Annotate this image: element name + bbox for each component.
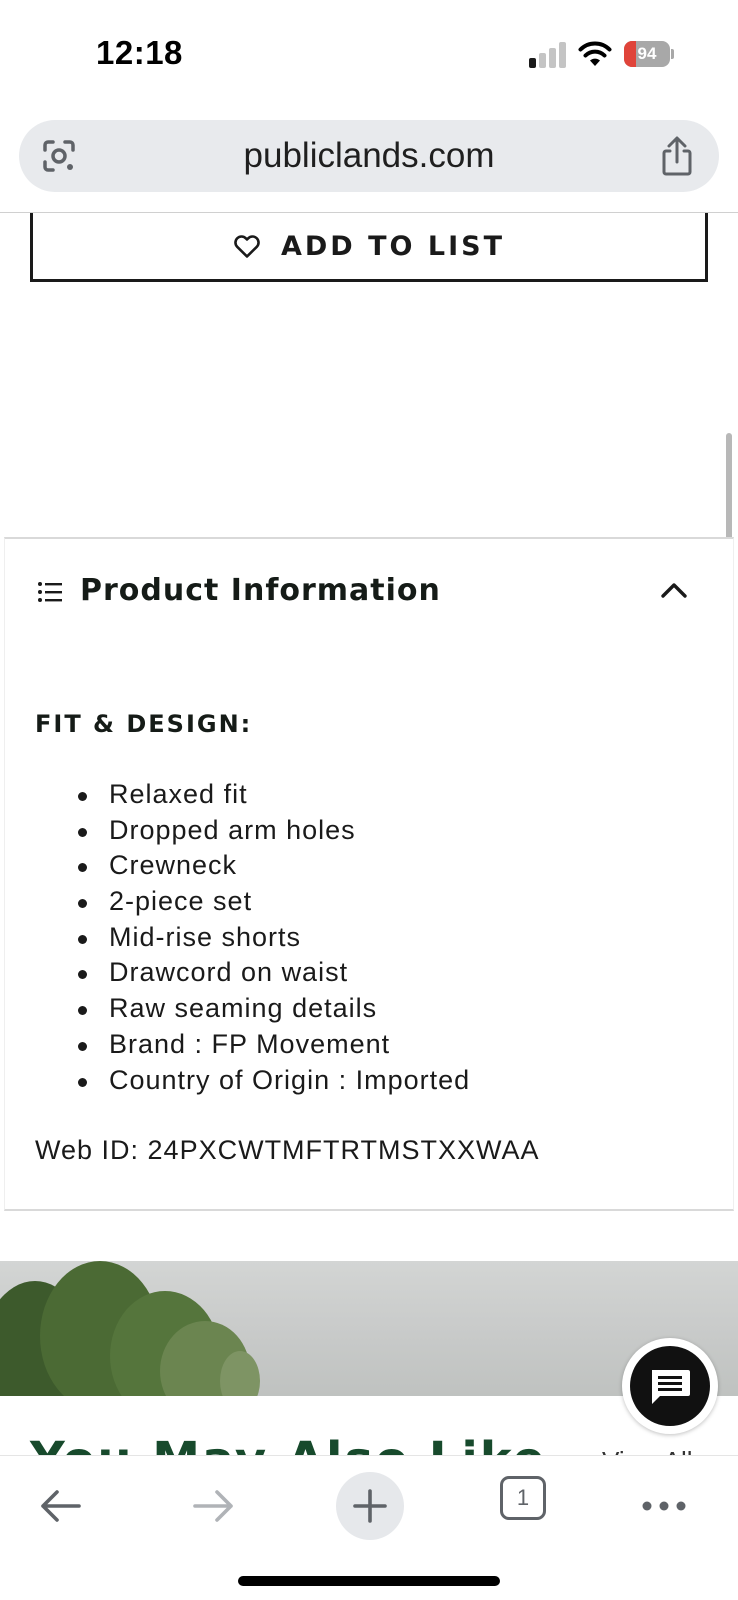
more-menu-button[interactable] — [634, 1476, 694, 1536]
status-bar: 12:18 94 — [0, 0, 738, 110]
recommendations-title: You May Also Like — [30, 1432, 547, 1456]
list-item: Brand : FP Movement — [77, 1027, 470, 1063]
signal-icon — [529, 42, 567, 68]
list-icon — [38, 582, 62, 602]
share-icon[interactable] — [657, 135, 697, 177]
back-button[interactable] — [30, 1476, 90, 1536]
heart-icon — [234, 235, 260, 258]
list-item: Country of Origin : Imported — [77, 1063, 470, 1099]
list-item: Dropped arm holes — [77, 813, 470, 849]
address-bar[interactable]: publiclands.com — [19, 120, 719, 192]
product-information-title[interactable]: Product Information — [80, 573, 441, 608]
forward-button[interactable] — [184, 1476, 244, 1536]
wifi-icon — [578, 41, 612, 66]
chat-icon — [652, 1370, 690, 1404]
list-item: Mid-rise shorts — [77, 920, 470, 956]
list-item: Relaxed fit — [77, 777, 470, 813]
list-item: Raw seaming details — [77, 991, 470, 1027]
add-to-list-label: ADD TO LIST — [280, 230, 505, 262]
chevron-up-icon[interactable] — [659, 579, 689, 601]
product-information-panel: Product Information FIT & DESIGN: Relaxe… — [4, 537, 734, 1211]
fit-design-heading: FIT & DESIGN: — [35, 710, 253, 738]
tab-switcher-button[interactable]: 1 — [500, 1476, 546, 1520]
plus-icon — [353, 1489, 387, 1523]
feature-list: Relaxed fit Dropped arm holes Crewneck 2… — [77, 777, 470, 1099]
web-id: Web ID: 24PXCWTMFTRTMSTXXWAA — [35, 1135, 540, 1165]
add-to-list-button[interactable]: ADD TO LIST — [30, 213, 708, 282]
list-item: 2-piece set — [77, 884, 470, 920]
list-item: Crewneck — [77, 848, 470, 884]
chat-button[interactable] — [622, 1338, 718, 1434]
back-arrow-icon — [41, 1490, 81, 1522]
forward-arrow-icon — [193, 1490, 233, 1522]
battery-icon: 94 — [624, 41, 674, 67]
url-text[interactable]: publiclands.com — [19, 120, 719, 192]
list-item: Drawcord on waist — [77, 955, 470, 991]
battery-percent: 94 — [637, 44, 657, 63]
new-tab-button[interactable] — [336, 1472, 404, 1540]
lens-icon[interactable] — [39, 136, 79, 176]
status-time: 12:18 — [96, 34, 183, 71]
more-icon — [642, 1501, 686, 1511]
home-indicator — [238, 1576, 500, 1586]
